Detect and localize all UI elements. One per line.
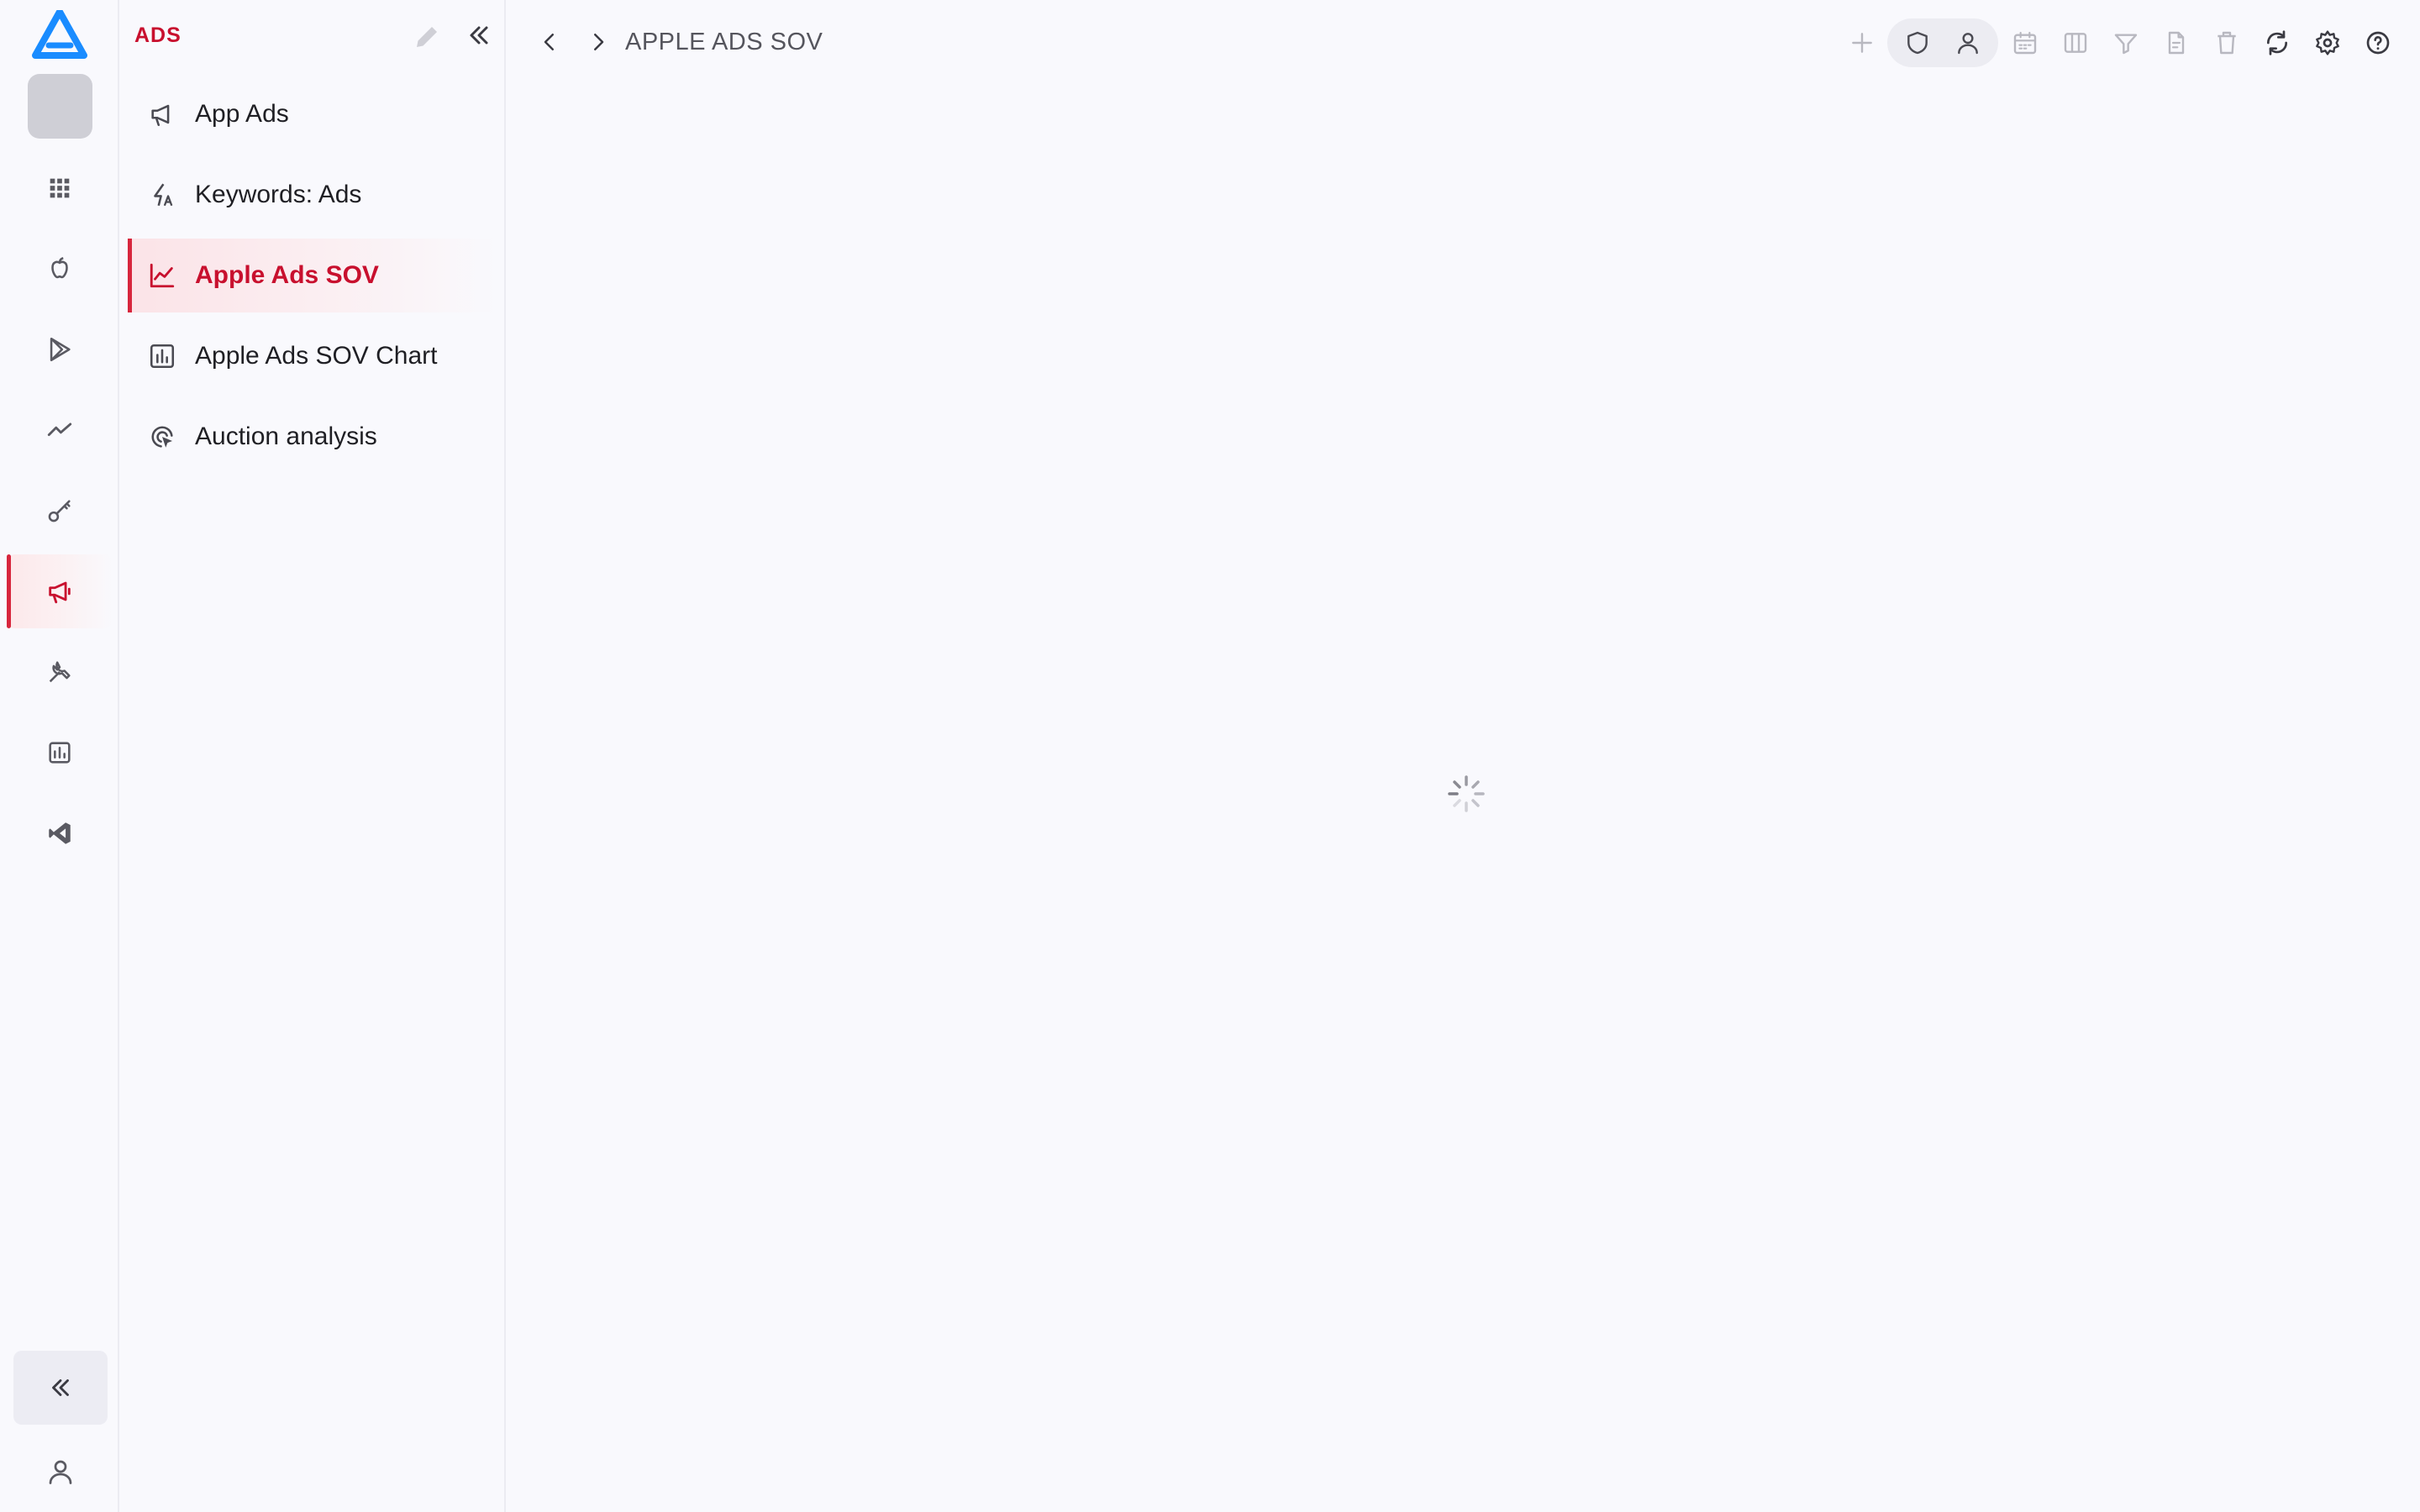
- calendar-icon: [2013, 31, 2037, 55]
- app-logo-icon[interactable]: [32, 8, 87, 59]
- add-button[interactable]: [1837, 18, 1887, 67]
- pencil-icon: [417, 27, 437, 47]
- refresh-icon: [2266, 30, 2288, 55]
- rail-item-trends[interactable]: [7, 393, 113, 467]
- rail-item-apple[interactable]: [7, 232, 113, 306]
- edit-sidebar-button[interactable]: [412, 22, 442, 52]
- rail-item-play-store[interactable]: [7, 312, 113, 386]
- filter-icon: [2114, 34, 2138, 55]
- sidebar-item-apple-ads-sov-chart[interactable]: Apple Ads SOV Chart: [128, 319, 497, 393]
- app-window: ADS App Ads Keywords: Ads Apple Ads SOV …: [0, 0, 2420, 1512]
- rail-item-apps[interactable]: [7, 151, 113, 225]
- chevron-right-icon: [594, 34, 604, 50]
- rail-item-keywords[interactable]: [7, 474, 113, 548]
- help-button[interactable]: [2353, 18, 2403, 67]
- main-content: APPLE ADS SOV: [508, 0, 2420, 1512]
- chevrons-left-icon: [52, 1379, 69, 1396]
- shield-button[interactable]: [1892, 18, 1943, 67]
- trend-icon: [47, 423, 72, 437]
- page-title: APPLE ADS SOV: [625, 29, 823, 55]
- user-icon: [49, 1460, 72, 1484]
- refresh-button[interactable]: [2252, 18, 2302, 67]
- forward-button[interactable]: [580, 24, 617, 60]
- settings-button[interactable]: [2302, 18, 2353, 67]
- auction-icon: [151, 426, 173, 448]
- export-icon: [2168, 31, 2185, 55]
- delete-button[interactable]: [2202, 18, 2252, 67]
- sidebar-item-auction-analysis[interactable]: Auction analysis: [128, 400, 497, 474]
- help-icon: [2366, 31, 2390, 55]
- report-icon: [49, 742, 71, 764]
- workspace-avatar[interactable]: [28, 74, 92, 139]
- plus-icon: [1852, 33, 1872, 53]
- sidebar-item-label: Apple Ads SOV: [195, 261, 379, 289]
- columns-button[interactable]: [2050, 18, 2101, 67]
- sidebar-item-apple-ads-sov[interactable]: Apple Ads SOV: [128, 239, 497, 312]
- sidebar-item-label: Apple Ads SOV Chart: [195, 342, 438, 370]
- section-sidebar: ADS App Ads Keywords: Ads Apple Ads SOV …: [119, 0, 506, 1512]
- key-icon: [48, 500, 71, 522]
- rail-item-integrations[interactable]: [7, 796, 113, 870]
- megaphone-icon: [151, 104, 170, 127]
- bar-chart-icon: [150, 344, 175, 369]
- rail-item-ads[interactable]: [7, 554, 113, 628]
- calendar-button[interactable]: [2000, 18, 2050, 67]
- collapse-sidebar-button[interactable]: [464, 20, 494, 54]
- megaphone-icon: [49, 581, 71, 604]
- trash-icon: [2217, 31, 2236, 55]
- vscode-icon: [49, 822, 71, 844]
- rail-collapse-button[interactable]: [13, 1351, 108, 1425]
- tools-icon: [49, 661, 71, 683]
- rail-item-tools[interactable]: [7, 635, 113, 709]
- filter-button[interactable]: [2101, 18, 2151, 67]
- keyword-ads-icon: [154, 183, 173, 207]
- sidebar-title: ADS: [134, 24, 182, 47]
- toolbar: [1837, 18, 2403, 67]
- columns-icon: [2064, 33, 2087, 53]
- grid-icon: [50, 178, 70, 198]
- sidebar-item-keywords-ads[interactable]: Keywords: Ads: [128, 158, 497, 232]
- sidebar-item-label: Auction analysis: [195, 423, 377, 450]
- chevron-left-icon: [544, 34, 554, 50]
- toolbar-toggle-group: [1887, 18, 1998, 67]
- sidebar-item-label: Keywords: Ads: [195, 181, 362, 208]
- shield-icon: [1907, 31, 1928, 55]
- user-icon: [1958, 33, 1978, 55]
- user-button[interactable]: [1943, 18, 1993, 67]
- chevrons-left-icon: [470, 26, 488, 45]
- apple-icon: [51, 257, 68, 279]
- sidebar-item-app-ads[interactable]: App Ads: [128, 77, 497, 151]
- line-chart-icon: [150, 263, 175, 288]
- loading-spinner-icon: [1448, 775, 1485, 812]
- user-profile-button[interactable]: [13, 1435, 108, 1509]
- settings-icon: [2316, 30, 2339, 55]
- export-button[interactable]: [2151, 18, 2202, 67]
- back-button[interactable]: [531, 24, 568, 60]
- rail-item-reports[interactable]: [7, 716, 113, 790]
- play-store-icon: [50, 337, 71, 362]
- icon-rail: [0, 0, 119, 1512]
- sidebar-item-label: App Ads: [195, 100, 289, 128]
